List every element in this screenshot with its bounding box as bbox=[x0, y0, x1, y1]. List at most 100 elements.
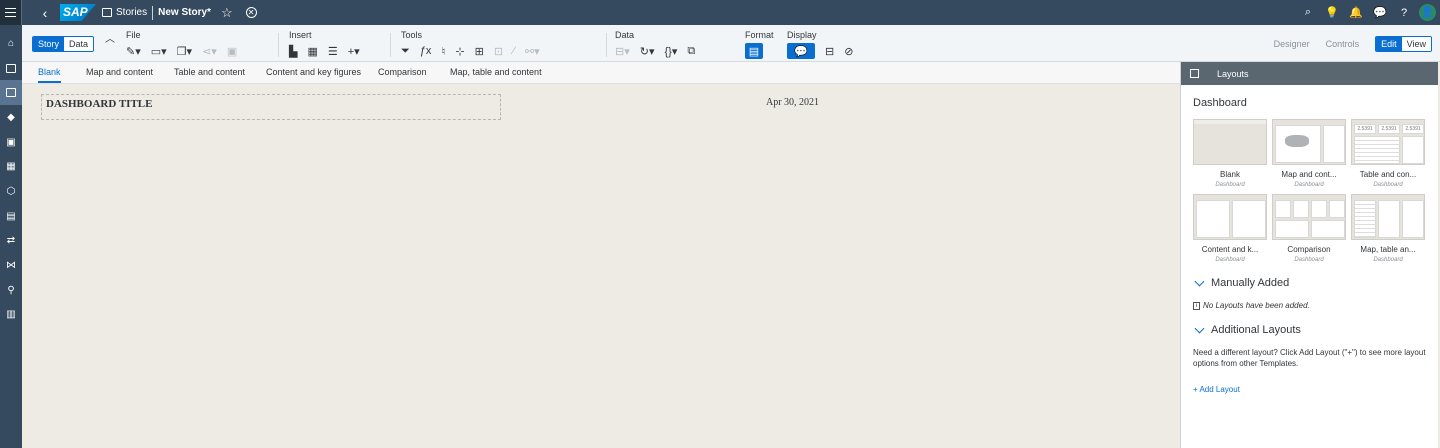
save-icon[interactable]: ▭▾ bbox=[151, 45, 167, 58]
formula-fx-icon[interactable]: ƒx bbox=[420, 45, 432, 57]
layout-thumbnail bbox=[1351, 194, 1425, 240]
chart-icon[interactable]: ▙ bbox=[289, 45, 297, 58]
story-toolbar: Story Data ︿ File ✎▾ ▭▾ ❐▾ ⋖▾ ▣ Insert ▙… bbox=[22, 25, 1440, 62]
story-canvas[interactable]: DASHBOARD TITLE Apr 30, 2021 bbox=[22, 85, 1180, 448]
nav-share-icon[interactable]: ⋈ bbox=[0, 253, 22, 278]
nav-digital-boardroom-icon[interactable]: ▣ bbox=[0, 130, 22, 155]
layout-card-comparison[interactable]: Comparison Dashboard bbox=[1272, 194, 1346, 263]
date-text[interactable]: Apr 30, 2021 bbox=[766, 97, 819, 108]
layout-card-name: Map, table an... bbox=[1360, 245, 1416, 254]
grid-view-icon[interactable]: ⊟ bbox=[825, 45, 834, 58]
controls-button[interactable]: Controls bbox=[1326, 39, 1360, 49]
predictive-icon[interactable]: ⊡ bbox=[494, 45, 503, 58]
nav-analytic-app-icon[interactable]: ◆ bbox=[0, 105, 22, 130]
manually-added-title: Manually Added bbox=[1211, 277, 1290, 289]
dashboard-title-textbox[interactable]: DASHBOARD TITLE bbox=[41, 94, 501, 120]
data-group-label: Data bbox=[615, 30, 635, 40]
add-plus-icon[interactable]: +▾ bbox=[348, 45, 360, 58]
insert-group: Insert ▙ ▦ ☰ +▾ bbox=[289, 30, 370, 60]
layout-card-subtitle: Dashboard bbox=[1373, 182, 1403, 188]
nav-home-icon[interactable]: ⌂ bbox=[0, 31, 22, 56]
back-button[interactable]: ‹ bbox=[36, 5, 54, 21]
smart-insights-icon[interactable]: ⊞ bbox=[475, 45, 484, 58]
menu-button[interactable] bbox=[0, 0, 22, 25]
discussions-icon[interactable]: 💬 bbox=[1368, 0, 1392, 25]
close-circle-icon[interactable]: ✕ bbox=[245, 7, 257, 18]
notifications-bell-icon[interactable]: 🔔 bbox=[1344, 0, 1368, 25]
input-control-icon[interactable]: ☰ bbox=[328, 45, 338, 58]
nav-datasets-icon[interactable]: ▦ bbox=[0, 154, 22, 179]
layout-card-map-table-and-content[interactable]: Map, table an... Dashboard bbox=[1351, 194, 1425, 263]
manually-added-section-toggle[interactable]: Manually Added bbox=[1193, 276, 1426, 289]
tab-content-and-key-figures[interactable]: Content and key figures bbox=[266, 67, 361, 77]
tools-group-label: Tools bbox=[401, 30, 423, 40]
designer-button[interactable]: Designer bbox=[1274, 39, 1310, 49]
data-view-icon[interactable]: ⧉ bbox=[687, 45, 695, 58]
tools-group: Tools ⏷ ƒx ♮ ⊹ ⊞ ⊡ ⁄ ⚯▾ bbox=[401, 30, 550, 60]
nav-connections-icon[interactable]: ⇄ bbox=[0, 229, 22, 254]
user-avatar-icon[interactable]: 👤 bbox=[1419, 4, 1436, 21]
no-entry-icon[interactable]: ⊘ bbox=[844, 45, 853, 58]
breadcrumb[interactable]: Stories bbox=[102, 7, 147, 18]
share-icon[interactable]: ⋖▾ bbox=[202, 45, 217, 58]
edit-mode-button[interactable]: Edit bbox=[1376, 37, 1402, 51]
publish-icon[interactable]: ▣ bbox=[227, 45, 237, 58]
display-group: Display 💬 ⊟ ⊘ bbox=[787, 30, 863, 60]
layout-card-name: Content and k... bbox=[1201, 245, 1259, 254]
edit-view-toggle: Edit View bbox=[1375, 36, 1432, 52]
view-mode-button[interactable]: View bbox=[1401, 37, 1431, 51]
comments-icon[interactable]: 💬 bbox=[787, 43, 815, 59]
copy-icon[interactable]: ❐▾ bbox=[177, 45, 192, 58]
conditional-format-icon[interactable]: ♮ bbox=[441, 45, 445, 58]
divider bbox=[152, 5, 154, 20]
lightbulb-icon[interactable]: 💡 bbox=[1320, 0, 1344, 25]
tab-blank[interactable]: Blank bbox=[38, 67, 61, 83]
layout-card-name: Blank bbox=[1219, 170, 1240, 179]
favorite-star-icon[interactable]: ☆ bbox=[221, 5, 233, 21]
story-data-toggle: Story Data bbox=[32, 36, 95, 52]
layout-card-subtitle: Dashboard bbox=[1215, 182, 1245, 188]
layouts-icon bbox=[1190, 69, 1199, 78]
additional-layouts-section-toggle[interactable]: Additional Layouts bbox=[1193, 323, 1426, 336]
layout-card-subtitle: Dashboard bbox=[1215, 257, 1245, 263]
collapse-toolbar-chevron-up-icon[interactable]: ︿ bbox=[105, 30, 115, 45]
add-layout-link[interactable]: + Add Layout bbox=[1193, 385, 1426, 394]
tab-map-and-content[interactable]: Map and content bbox=[86, 67, 153, 77]
layout-thumbnail bbox=[1272, 194, 1346, 240]
layout-card-blank[interactable]: Blank Dashboard bbox=[1193, 119, 1267, 188]
linked-analysis-icon[interactable]: ⊹ bbox=[455, 45, 464, 58]
layout-card-table-and-content[interactable]: 2.5391 2.5391 2.5391 Table and con... Da… bbox=[1351, 119, 1425, 188]
nav-data-analyzer-icon[interactable]: ▤ bbox=[0, 204, 22, 229]
layout-thumbnail bbox=[1193, 119, 1267, 165]
help-icon[interactable]: ? bbox=[1392, 0, 1416, 25]
dashboard-section-title: Dashboard bbox=[1193, 97, 1247, 109]
insert-group-label: Insert bbox=[289, 30, 312, 40]
search-icon[interactable]: ⌕ bbox=[1296, 0, 1320, 25]
story-mode-button[interactable]: Story bbox=[33, 37, 65, 51]
magic-wand-icon[interactable]: ⁄ bbox=[513, 45, 515, 57]
refresh-icon[interactable]: ↻▾ bbox=[640, 45, 655, 58]
data-mode-button[interactable]: Data bbox=[64, 37, 94, 51]
nav-calendar-icon[interactable]: ▥ bbox=[0, 303, 22, 328]
variables-braces-icon[interactable]: {}▾ bbox=[665, 45, 678, 58]
data-source-icon[interactable]: ⊟▾ bbox=[615, 45, 630, 58]
nav-binoculars-icon[interactable]: ⚲ bbox=[0, 278, 22, 303]
layout-grid: Blank Dashboard Map and cont... Dashboar… bbox=[1193, 119, 1426, 263]
tab-table-and-content[interactable]: Table and content bbox=[174, 67, 245, 77]
nav-modeler-icon[interactable]: ⬡ bbox=[0, 179, 22, 204]
edit-wand-icon[interactable]: ✎▾ bbox=[126, 45, 141, 58]
divider bbox=[390, 33, 391, 57]
nav-files-icon[interactable] bbox=[0, 56, 22, 81]
link-dimension-icon[interactable]: ⚯▾ bbox=[525, 45, 540, 58]
sap-logo: SAP bbox=[60, 4, 96, 21]
shell-bar: ‹ SAP Stories New Story* ☆ ✕ ⌕ 💡 🔔 💬 ? 👤 bbox=[0, 0, 1440, 25]
layout-card-map-and-content[interactable]: Map and cont... Dashboard bbox=[1272, 119, 1346, 188]
layout-card-content-and-key-figures[interactable]: Content and k... Dashboard bbox=[1193, 194, 1267, 263]
tab-map-table-and-content[interactable]: Map, table and content bbox=[450, 67, 542, 77]
nav-stories-icon[interactable] bbox=[0, 80, 22, 106]
format-styling-icon[interactable]: ▤ bbox=[745, 43, 763, 59]
tab-comparison[interactable]: Comparison bbox=[378, 67, 427, 77]
table-icon[interactable]: ▦ bbox=[307, 45, 317, 58]
filter-icon[interactable]: ⏷ bbox=[401, 45, 410, 58]
breadcrumb-stories[interactable]: Stories bbox=[116, 7, 147, 18]
